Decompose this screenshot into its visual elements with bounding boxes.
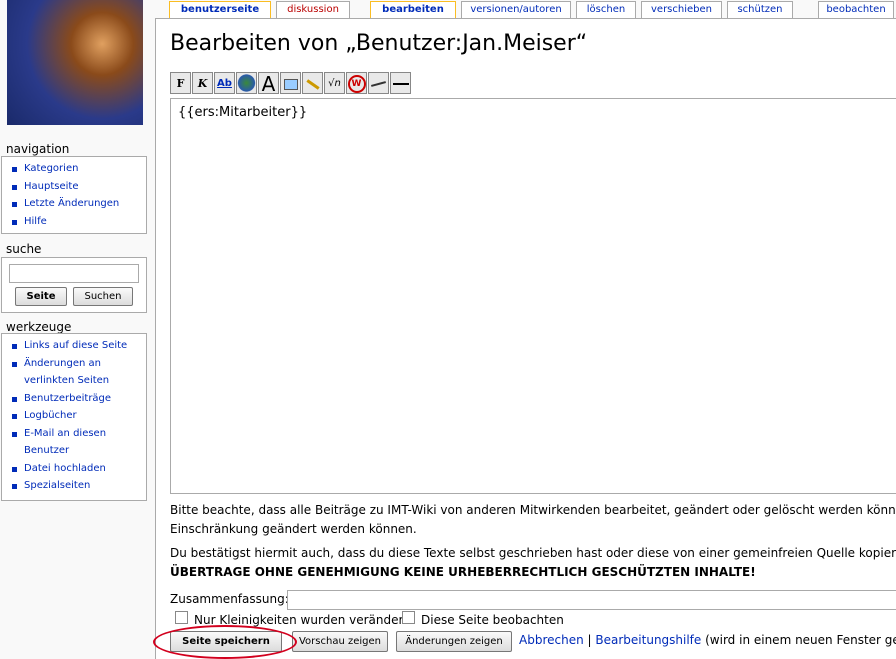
edit-footer-links: Abbrechen | Bearbeitungshilfe (wird in e… — [519, 631, 896, 650]
tool-item-email-cont[interactable]: Benutzer — [2, 442, 146, 460]
math-icon[interactable]: √n — [324, 72, 345, 94]
tool-item-special[interactable]: Spezialseiten — [2, 477, 146, 495]
search-box: Seite Suchen — [1, 257, 147, 313]
tab-delete[interactable]: löschen — [576, 1, 636, 18]
tab-user-page[interactable]: benutzerseite — [169, 1, 271, 18]
copyright-notice: Du bestätigst hiermit auch, dass du dies… — [170, 546, 896, 560]
navigation-heading: navigation — [6, 142, 70, 156]
internal-link-icon[interactable]: Ab — [214, 72, 235, 94]
tool-item-logs[interactable]: Logbücher — [2, 407, 146, 425]
nav-item-hilfe[interactable]: Hilfe — [2, 213, 146, 231]
tool-item-changes-cont[interactable]: verlinkten Seiten — [2, 372, 146, 390]
tool-item-contributions[interactable]: Benutzerbeiträge — [2, 390, 146, 408]
image-icon[interactable] — [280, 72, 301, 94]
edit-help-note: (wird in einem neuen Fenster geöffn — [705, 633, 896, 647]
watch-page-checkbox[interactable] — [402, 611, 415, 624]
tool-item-upload[interactable]: Datei hochladen — [2, 460, 146, 478]
tab-protect[interactable]: schützen — [727, 1, 793, 18]
nav-item-kategorien[interactable]: Kategorien — [2, 160, 146, 178]
search-go-button[interactable]: Seite — [15, 287, 67, 306]
search-input[interactable] — [9, 264, 139, 283]
summary-label: Zusammenfassung: — [170, 592, 289, 606]
search-button[interactable]: Suchen — [73, 287, 133, 306]
tool-item-changes[interactable]: Änderungen an — [2, 355, 146, 373]
license-notice-line-2: Einschränkung geändert werden können. — [170, 522, 417, 536]
nav-item-hauptseite[interactable]: Hauptseite — [2, 178, 146, 196]
signature-icon[interactable] — [368, 72, 389, 94]
minor-edit-checkbox[interactable] — [175, 611, 188, 624]
tools-heading: werkzeuge — [6, 320, 72, 334]
navigation-box: Kategorien Hauptseite Letzte Änderungen … — [1, 156, 147, 234]
page-title: Bearbeiten von „Benutzer:Jan.Meiser“ — [170, 31, 588, 56]
watch-page-label: Diese Seite beobachten — [421, 613, 564, 627]
tab-history[interactable]: versionen/autoren — [461, 1, 571, 18]
copyright-warning: ÜBERTRAGE OHNE GENEHMIGUNG KEINE URHEBER… — [170, 565, 756, 579]
media-icon[interactable] — [302, 72, 323, 94]
bold-icon[interactable]: F — [170, 72, 191, 94]
search-heading: suche — [6, 242, 42, 256]
highlight-annotation — [153, 625, 297, 659]
preview-button[interactable]: Vorschau zeigen — [292, 631, 388, 652]
italic-icon[interactable]: K — [192, 72, 213, 94]
license-notice-line-1: Bitte beachte, dass alle Beiträge zu IMT… — [170, 503, 896, 517]
edit-textarea[interactable]: {{ers:Mitarbeiter}} — [170, 98, 896, 494]
site-logo[interactable] — [7, 0, 143, 125]
tool-item-email[interactable]: E-Mail an diesen — [2, 425, 146, 443]
tab-edit[interactable]: bearbeiten — [370, 1, 456, 18]
external-link-icon[interactable] — [236, 72, 257, 94]
tab-move[interactable]: verschieben — [641, 1, 722, 18]
content-area: Bearbeiten von „Benutzer:Jan.Meiser“ F K… — [155, 18, 896, 659]
summary-input[interactable] — [287, 590, 896, 610]
show-changes-button[interactable]: Änderungen zeigen — [396, 631, 512, 652]
tools-box: Links auf diese Seite Änderungen an verl… — [1, 333, 147, 501]
edit-help-link[interactable]: Bearbeitungshilfe — [595, 633, 701, 647]
tab-watch[interactable]: beobachten — [818, 1, 894, 18]
tab-discussion[interactable]: diskussion — [276, 1, 350, 18]
nowiki-icon[interactable]: W — [346, 72, 367, 94]
headline-icon[interactable]: A — [258, 72, 279, 95]
horizontal-line-icon[interactable] — [390, 72, 411, 94]
nav-item-letzte-aenderungen[interactable]: Letzte Änderungen — [2, 195, 146, 213]
link-separator: | — [587, 633, 592, 647]
cancel-link[interactable]: Abbrechen — [519, 633, 584, 647]
tool-item-links[interactable]: Links auf diese Seite — [2, 337, 146, 355]
